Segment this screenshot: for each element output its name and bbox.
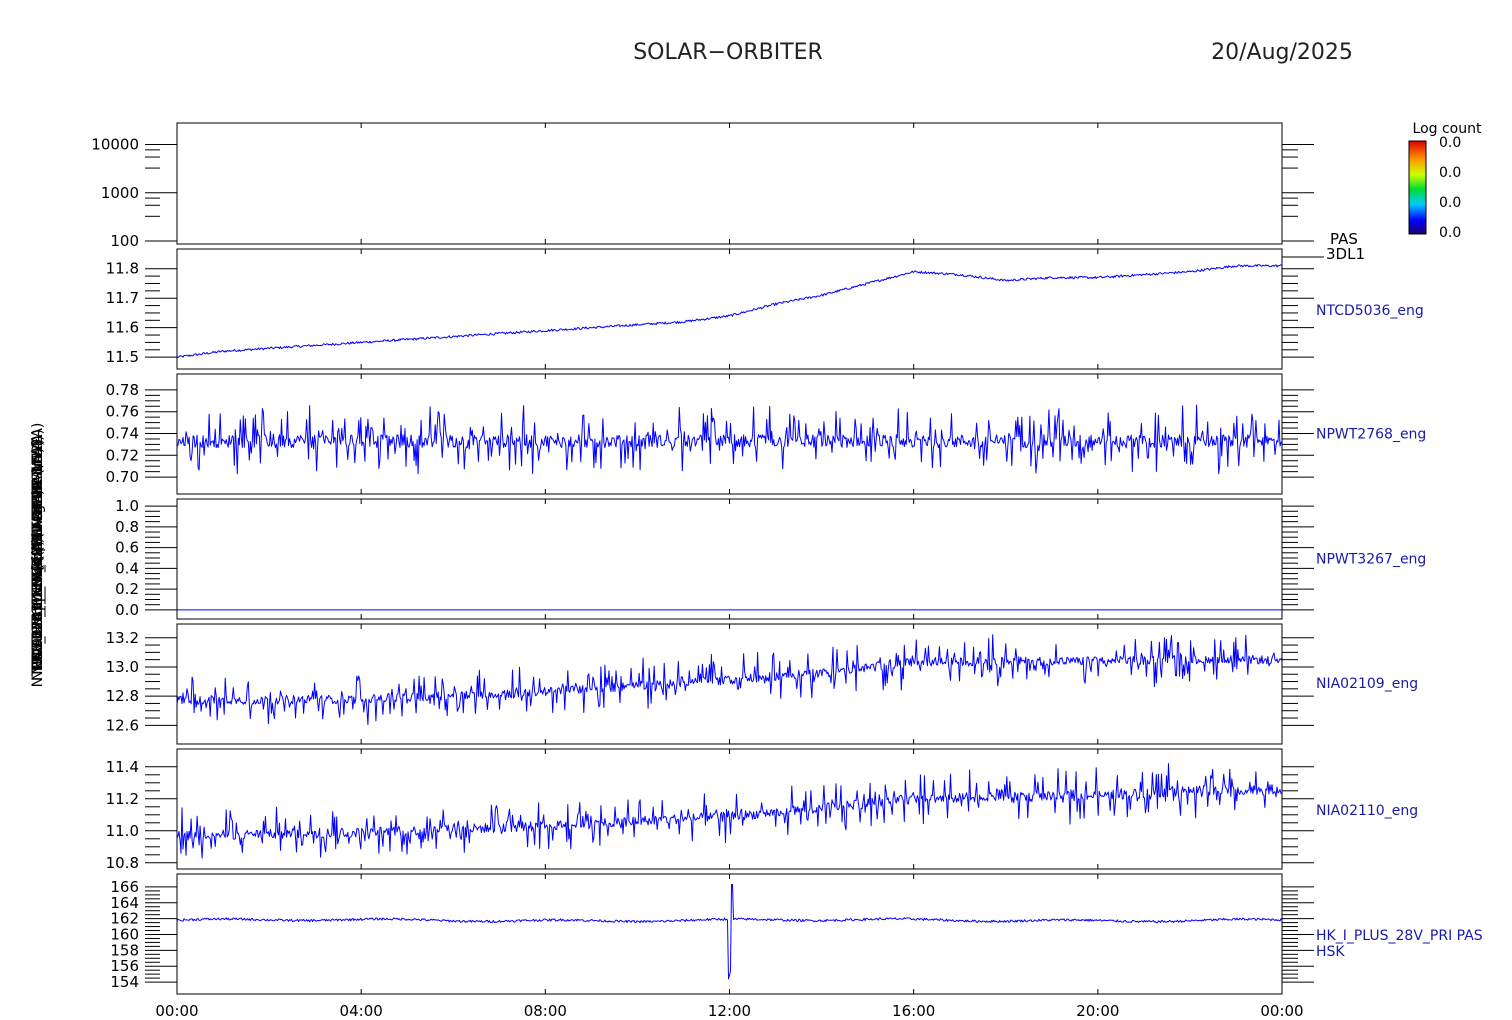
panel-label: HSK [1316, 944, 1345, 960]
plot-panels: 100100010000PAS3DL111.511.611.711.8NTCD5… [91, 122, 1483, 995]
series-line [176, 884, 1283, 980]
colorbar-label: 0.0 [1439, 225, 1461, 241]
x-tick-label: 12:00 [708, 1002, 751, 1020]
colorbar: Log count 0.0 0.0 0.0 0.0 [1408, 121, 1482, 241]
x-axis: 00:00 04:00 08:00 12:00 16:00 20:00 00:00 [155, 1002, 1303, 1020]
y-tick-label: 11.6 [106, 319, 139, 337]
panel-label: NPWT3267_eng [1316, 552, 1426, 568]
y-axis-label: (mA) [30, 538, 46, 572]
series-line [176, 634, 1283, 726]
y-tick-label: 0.0 [115, 601, 139, 619]
y-tick-label: 11.2 [106, 790, 139, 808]
panel-label: NTCD5036_eng [1316, 303, 1424, 319]
colorbar-label: 0.0 [1439, 135, 1461, 151]
y-tick-label: 10.8 [106, 854, 139, 872]
y-tick-label: 0.74 [106, 425, 139, 443]
y-tick-label: 0.8 [115, 518, 139, 536]
y-tick-label: 1000 [101, 184, 139, 202]
panel-5: 10.8 11.0 11.2 11.4 NIA02110_eng [106, 748, 1418, 872]
panel-0: 100100010000PAS3DL1 [91, 122, 1365, 263]
panel-frame [176, 122, 1283, 245]
colorbar-label: 0.0 [1439, 195, 1461, 211]
panel-label: NIA02110_eng [1316, 803, 1418, 819]
y-tick-label: 11.4 [106, 758, 139, 776]
y-tick-label: 100 [110, 232, 139, 250]
series-line [176, 404, 1283, 475]
colorbar-label: 0.0 [1439, 165, 1461, 181]
panel-label: 3DL1 [1326, 245, 1365, 263]
y-tick-label: 158 [110, 941, 139, 959]
colorbar-scale [1408, 140, 1427, 235]
x-tick-label: 20:00 [1076, 1002, 1119, 1020]
series-line [176, 763, 1283, 859]
y-tick-label: 160 [110, 926, 139, 944]
panel-2: 0.70 0.72 0.74 0.76 0.78 NPWT2768_eng [106, 373, 1426, 495]
y-tick-label: 12.8 [106, 687, 139, 705]
x-tick-label: 04:00 [340, 1002, 383, 1020]
y-axis-labels: (eV) Appx Temp (DegC) NTCD5036_ENG (ASW … [30, 423, 46, 688]
y-tick-label: 11.8 [106, 260, 139, 278]
panel-frame [176, 248, 1283, 370]
y-tick-label: 11.7 [106, 289, 139, 307]
panel-6: 154156158160162164166 HK_I_PLUS_28V_PRI P… [110, 256, 1483, 995]
y-tick-label: 164 [110, 894, 139, 912]
y-tick-label: 0.70 [106, 468, 139, 486]
panel-frame [176, 623, 1283, 745]
series-line [176, 264, 1283, 358]
y-tick-label: 1.0 [115, 497, 139, 515]
x-tick-label: 00:00 [155, 1002, 198, 1020]
y-tick-label: 11.5 [106, 348, 139, 366]
x-tick-label: 08:00 [524, 1002, 567, 1020]
y-tick-label: 0.72 [106, 446, 139, 464]
chart-canvas: SOLAR−ORBITER 20/Aug/2025 Log count 0.0 … [30, 40, 1483, 1020]
x-tick-label: 00:00 [1260, 1002, 1303, 1020]
y-tick-label: 13.0 [106, 658, 139, 676]
panel-label: NIA02109_eng [1316, 676, 1418, 692]
panel-label: HK_I_PLUS_28V_PRI PAS [1316, 928, 1483, 944]
panel-label: NPWT2768_eng [1316, 427, 1426, 443]
y-tick-label: 10000 [91, 136, 139, 154]
y-tick-label: 156 [110, 957, 139, 975]
y-tick-label: 162 [110, 910, 139, 928]
y-tick-label: 12.6 [106, 716, 139, 734]
panel-3: 0.0 0.2 0.4 0.6 0.8 1.0 NPWT3267_eng [115, 497, 1426, 620]
y-tick-label: 154 [110, 973, 139, 991]
y-tick-label: 11.0 [106, 822, 139, 840]
panel-1: 11.5 11.6 11.7 11.8 NTCD5036_eng [106, 248, 1424, 370]
y-tick-label: 0.4 [115, 559, 139, 577]
y-tick-label: 13.2 [106, 629, 139, 647]
panel-4: 12.6 12.8 13.0 13.2 NIA02109_eng [106, 623, 1418, 745]
panel-frame [176, 748, 1283, 870]
chart-title: SOLAR−ORBITER [633, 40, 823, 65]
y-tick-label: 0.2 [115, 580, 139, 598]
panel-frame [176, 498, 1283, 620]
x-tick-label: 16:00 [892, 1002, 935, 1020]
y-tick-label: 166 [110, 878, 139, 896]
y-tick-label: 0.78 [106, 381, 139, 399]
chart-date: 20/Aug/2025 [1211, 40, 1353, 65]
y-tick-label: 0.76 [106, 403, 139, 421]
y-tick-label: 0.6 [115, 539, 139, 557]
